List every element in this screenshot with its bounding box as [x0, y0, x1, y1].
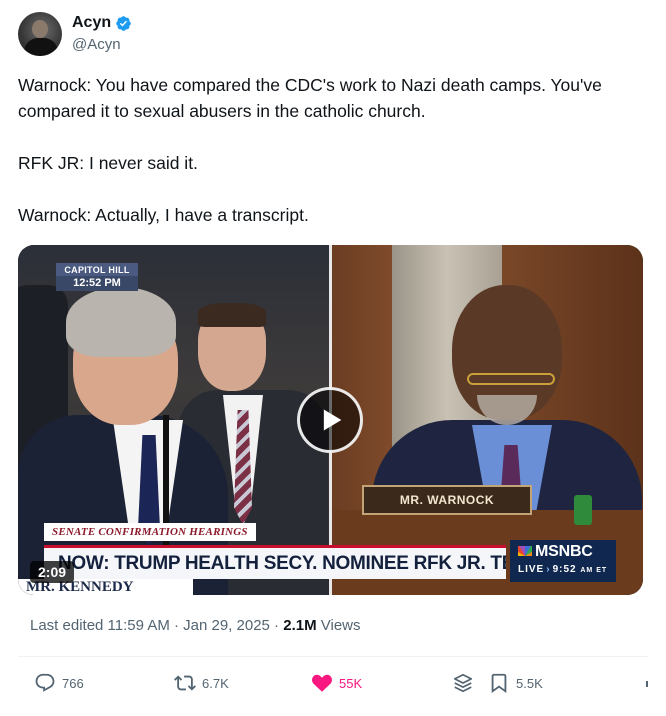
rfk-hair-shape — [66, 287, 176, 357]
reply-button[interactable]: 766 — [34, 668, 84, 698]
network-bug: MSNBC LIVE › 9:52 AM ET — [510, 540, 616, 582]
lower-third-headline: NOW: TRUMP HEALTH SECY. NOMINEE RFK JR. … — [44, 545, 506, 579]
live-indicator: LIVE › 9:52 AM ET — [518, 564, 607, 575]
views-count: 2.1M — [283, 617, 317, 634]
edited-timestamp[interactable]: Last edited 11:59 AM · Jan 29, 2025 · — [30, 617, 283, 634]
grok-button[interactable] — [452, 668, 474, 698]
tweet-meta: Last edited 11:59 AM · Jan 29, 2025 · 2.… — [30, 617, 361, 634]
tweet-header: Acyn @Acyn — [18, 12, 648, 58]
share-edge-icon[interactable] — [646, 681, 648, 687]
capitol-hill-badge: CAPITOL HILL 12:52 PM — [56, 263, 138, 291]
author-display-name[interactable]: Acyn — [72, 14, 111, 32]
network-logo: MSNBC — [518, 543, 593, 561]
video-left-panel: CAPITOL HILL 12:52 PM — [18, 245, 329, 595]
glasses-shape — [467, 373, 555, 385]
reply-icon — [35, 673, 55, 692]
layers-icon — [453, 673, 473, 693]
lower-third-subtitle: SENATE CONFIRMATION HEARINGS — [44, 523, 256, 541]
chevron-right-icon: › — [546, 564, 551, 575]
divider — [18, 656, 648, 657]
avatar[interactable] — [18, 12, 62, 56]
network-name: MSNBC — [535, 543, 593, 560]
warnock-nameplate: MR. WARNOCK — [362, 485, 532, 515]
action-bar: 766 6.7K 55K 5.5K — [18, 668, 648, 698]
water-bottle-shape — [574, 495, 592, 525]
avatar-head-shape — [32, 20, 48, 38]
tweet-paragraph: Warnock: Actually, I have a transcript. — [18, 205, 309, 225]
aide-hair-shape — [198, 303, 266, 327]
repost-button[interactable]: 6.7K — [174, 668, 229, 698]
bookmark-count: 5.5K — [516, 675, 543, 691]
capitol-badge-label: CAPITOL HILL — [56, 263, 138, 276]
like-button[interactable]: 55K — [311, 668, 362, 698]
avatar-body-shape — [24, 38, 58, 56]
live-time: 9:52 — [552, 564, 577, 575]
bookmark-icon — [491, 673, 507, 694]
live-label: LIVE — [518, 564, 545, 575]
video-duration: 2:09 — [30, 561, 75, 583]
peacock-icon — [518, 546, 532, 556]
repost-count: 6.7K — [202, 675, 229, 691]
repost-icon — [174, 675, 196, 691]
like-count: 55K — [339, 675, 363, 691]
tweet-paragraph: Warnock: You have compared the CDC's wor… — [18, 75, 607, 121]
author-name-row: Acyn — [72, 14, 132, 32]
author-handle[interactable]: @Acyn — [72, 36, 121, 53]
reply-count: 766 — [62, 675, 84, 691]
bookmark-button[interactable]: 5.5K — [488, 668, 543, 698]
play-icon — [323, 409, 342, 431]
video-player[interactable]: CAPITOL HILL 12:52 PM MR. WARNOCK SENATE… — [18, 245, 643, 595]
tweet-paragraph: RFK JR: I never said it. — [18, 153, 198, 173]
play-button[interactable] — [297, 387, 363, 453]
verified-badge-icon — [116, 15, 131, 31]
capitol-badge-time: 12:52 PM — [73, 277, 121, 289]
heart-icon — [312, 674, 332, 692]
live-ampm: AM ET — [580, 567, 608, 574]
tweet-text: Warnock: You have compared the CDC's wor… — [18, 72, 648, 228]
views-label: Views — [316, 617, 361, 634]
